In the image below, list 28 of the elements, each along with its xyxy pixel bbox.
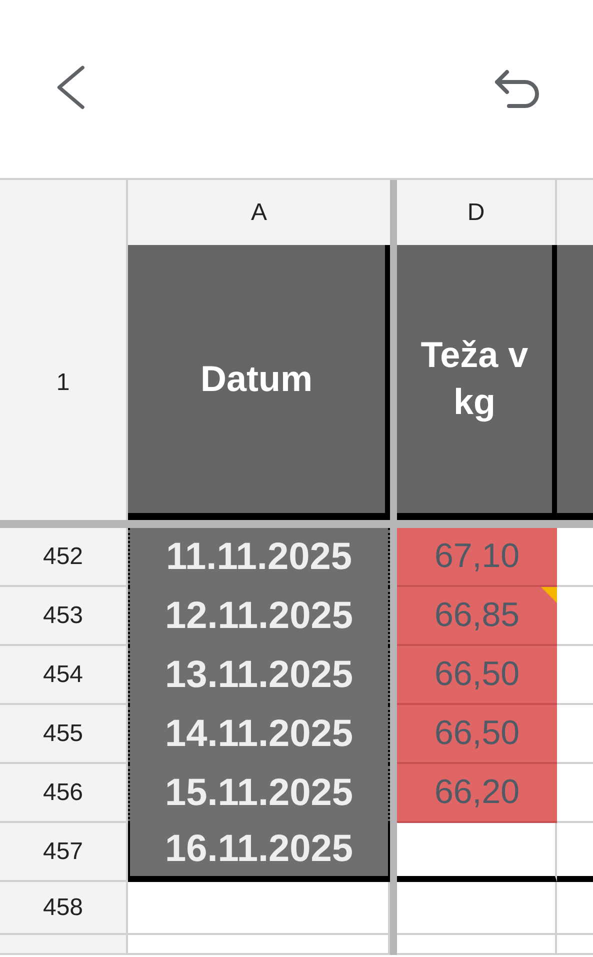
table-cell: 66,50 xyxy=(397,705,557,764)
row-number[interactable] xyxy=(0,935,128,955)
row-number[interactable]: 454 xyxy=(0,646,128,705)
table-cell: 14.11.2025 xyxy=(128,705,390,764)
table-cell: 11.11.2025 xyxy=(128,528,390,587)
column-header[interactable] xyxy=(557,180,593,245)
table-cell: 16.11.2025 xyxy=(128,823,390,882)
table-cell: 66,50 xyxy=(397,646,557,705)
table-cell: 66,85 xyxy=(397,587,557,646)
column-header[interactable]: A xyxy=(128,180,390,245)
table-header-cell: Datum xyxy=(128,245,390,520)
row-number[interactable]: 456 xyxy=(0,764,128,823)
row-number[interactable]: 453 xyxy=(0,587,128,646)
note-indicator-icon[interactable] xyxy=(541,587,557,603)
table-cell: 13.11.2025 xyxy=(128,646,390,705)
table-cell: 66,20 xyxy=(397,764,557,823)
table-cell: 12.11.2025 xyxy=(128,587,390,646)
row-number[interactable]: 1 xyxy=(0,245,128,520)
select-all-corner[interactable] xyxy=(0,180,128,245)
row-number[interactable]: 458 xyxy=(0,882,128,935)
row-number[interactable]: 452 xyxy=(0,528,128,587)
row-number[interactable]: 457 xyxy=(0,823,128,882)
table-cell: 15.11.2025 xyxy=(128,764,390,823)
table-header-cell: Teža v kg xyxy=(397,245,557,520)
undo-icon[interactable] xyxy=(493,68,541,108)
column-header[interactable]: D xyxy=(397,180,557,245)
table-cell: 67,10 xyxy=(397,528,557,587)
row-number[interactable]: 455 xyxy=(0,705,128,764)
